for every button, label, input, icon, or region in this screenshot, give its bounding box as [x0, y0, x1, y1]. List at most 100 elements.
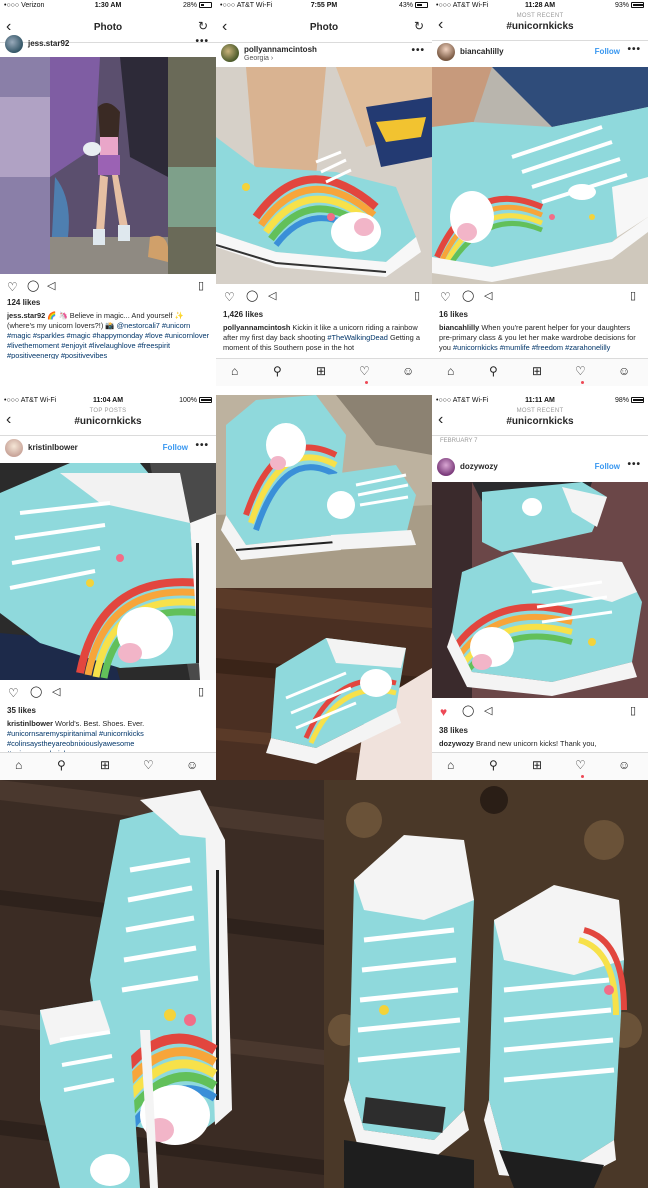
nav-bar: ‹ TOP POSTS #unicornkicks — [0, 406, 216, 436]
more-options-icon[interactable]: ••• — [411, 45, 425, 56]
shoes-on-rug-photo — [324, 780, 648, 1188]
comment-icon[interactable]: ◯ — [246, 291, 258, 302]
share-icon[interactable]: ◁ — [52, 687, 60, 698]
post-panel-dozywozy: •○○○ AT&T Wi-Fi 11:11 AM 98% ‹ MOST RECE… — [432, 395, 648, 780]
bookmark-icon[interactable]: ▯ — [630, 291, 636, 302]
activity-icon[interactable]: ♡ — [359, 365, 370, 377]
search-icon[interactable]: ⚲ — [273, 365, 282, 377]
avatar[interactable] — [437, 43, 455, 61]
avatar[interactable] — [437, 458, 455, 476]
caption-username[interactable]: jess.star92 — [7, 311, 45, 320]
unicorn-shoe-photo — [216, 67, 432, 284]
home-icon[interactable]: ⌂ — [231, 365, 238, 377]
search-icon[interactable]: ⚲ — [57, 759, 66, 771]
share-icon[interactable]: ◁ — [268, 291, 276, 302]
like-count[interactable]: 124 likes — [7, 298, 40, 307]
profile-icon[interactable]: ☺ — [402, 365, 414, 377]
like-icon[interactable]: ♡ — [224, 291, 235, 303]
bookmark-icon[interactable]: ▯ — [414, 291, 420, 302]
unicorn-shoes-photo — [432, 482, 648, 698]
caption: jess.star92 🌈 🦄 Believe in magic... And … — [7, 311, 210, 359]
more-options-icon[interactable]: ••• — [195, 36, 209, 47]
caption-hashtags[interactable]: #TheWalkingDead — [327, 333, 388, 342]
like-icon[interactable]: ♡ — [7, 281, 18, 293]
comment-icon[interactable]: ◯ — [30, 687, 42, 698]
post-photo[interactable] — [0, 463, 216, 680]
bookmark-icon[interactable]: ▯ — [198, 687, 204, 698]
follow-button[interactable]: Follow — [595, 462, 620, 471]
battery-label: 43% — [399, 2, 428, 9]
battery-label: 100% — [179, 397, 212, 404]
search-icon[interactable]: ⚲ — [489, 365, 498, 377]
bookmark-icon[interactable]: ▯ — [630, 706, 636, 717]
follow-button[interactable]: Follow — [163, 443, 188, 452]
username[interactable]: biancahlilly — [460, 47, 504, 56]
add-post-icon[interactable]: ⊞ — [532, 365, 542, 377]
more-options-icon[interactable]: ••• — [627, 44, 641, 55]
collage-photo-top[interactable] — [216, 395, 432, 588]
like-icon[interactable]: ♡ — [8, 687, 19, 699]
battery-icon — [631, 2, 644, 8]
profile-icon[interactable]: ☺ — [186, 759, 198, 771]
post-photo[interactable] — [432, 67, 648, 284]
avatar[interactable] — [221, 44, 239, 62]
caption-username[interactable]: kristinlbower — [7, 719, 53, 728]
caption-username[interactable]: pollyannamcintosh — [223, 323, 290, 332]
caption-username[interactable]: dozywozy — [439, 739, 474, 748]
feed-sort-label: TOP POSTS — [89, 408, 127, 414]
bottom-photo-right[interactable] — [324, 780, 648, 1188]
username[interactable]: jess.star92 — [28, 39, 69, 48]
post-photo[interactable] — [0, 57, 216, 274]
username[interactable]: kristinlbower — [28, 443, 78, 452]
action-bar: ♡ ◯ ◁ ▯ — [216, 289, 432, 307]
like-count[interactable]: 38 likes — [439, 726, 468, 735]
comment-icon[interactable]: ◯ — [462, 706, 474, 717]
bookmark-icon[interactable]: ▯ — [198, 281, 204, 292]
activity-icon[interactable]: ♡ — [143, 759, 154, 771]
location-link[interactable]: Georgia › — [244, 55, 273, 62]
comment-icon[interactable]: ◯ — [27, 281, 39, 292]
share-icon[interactable]: ◁ — [484, 291, 492, 302]
unicorn-shoe-photo — [432, 67, 648, 284]
like-icon[interactable]: ♡ — [440, 291, 451, 303]
like-count[interactable]: 35 likes — [7, 706, 36, 715]
home-icon[interactable]: ⌂ — [447, 365, 454, 377]
post-photo[interactable] — [216, 67, 432, 284]
caption-hashtags[interactable]: #unicornsaremyspiritanimal #unicornkicks… — [7, 729, 144, 753]
like-count[interactable]: 1,426 likes — [223, 310, 263, 319]
search-icon[interactable]: ⚲ — [489, 759, 498, 771]
profile-icon[interactable]: ☺ — [618, 759, 630, 771]
caption-hashtags[interactable]: #unicornkicks #mumlife #freedom #zarahon… — [453, 343, 610, 352]
bottom-photo-left[interactable] — [0, 780, 324, 1188]
avatar[interactable] — [5, 439, 23, 457]
home-icon[interactable]: ⌂ — [447, 759, 454, 771]
post-header: biancahlilly Follow ••• — [432, 39, 648, 65]
add-post-icon[interactable]: ⊞ — [532, 759, 542, 771]
shoes-on-couch-photo — [216, 395, 432, 588]
collage-photo-bottom[interactable] — [216, 588, 432, 780]
feed-sort-label: MOST RECENT — [516, 408, 564, 414]
post-photo[interactable] — [432, 482, 648, 698]
activity-icon[interactable]: ♡ — [575, 759, 586, 771]
refresh-icon[interactable]: ↻ — [414, 19, 424, 33]
post-panel-jess: •○○○ Verizon 1:30 AM 28% ‹ Photo ↻ jess.… — [0, 0, 216, 388]
caption-mention[interactable]: @nestorcali7 — [117, 321, 160, 330]
share-icon[interactable]: ◁ — [47, 281, 55, 292]
add-post-icon[interactable]: ⊞ — [100, 759, 110, 771]
comment-icon[interactable]: ◯ — [462, 291, 474, 302]
more-options-icon[interactable]: ••• — [195, 440, 209, 451]
liked-heart-icon[interactable]: ♥ — [440, 706, 447, 718]
more-options-icon[interactable]: ••• — [627, 459, 641, 470]
action-bar: ♡ ◯ ◁ ▯ — [0, 685, 216, 703]
avatar[interactable] — [5, 35, 23, 53]
like-count[interactable]: 16 likes — [439, 310, 468, 319]
add-post-icon[interactable]: ⊞ — [316, 365, 326, 377]
caption-username[interactable]: biancahlilly — [439, 323, 479, 332]
activity-icon[interactable]: ♡ — [575, 365, 586, 377]
username[interactable]: pollyannamcintosh — [244, 45, 317, 54]
follow-button[interactable]: Follow — [595, 47, 620, 56]
profile-icon[interactable]: ☺ — [618, 365, 630, 377]
home-icon[interactable]: ⌂ — [15, 759, 22, 771]
share-icon[interactable]: ◁ — [484, 706, 492, 717]
username[interactable]: dozywozy — [460, 462, 498, 471]
